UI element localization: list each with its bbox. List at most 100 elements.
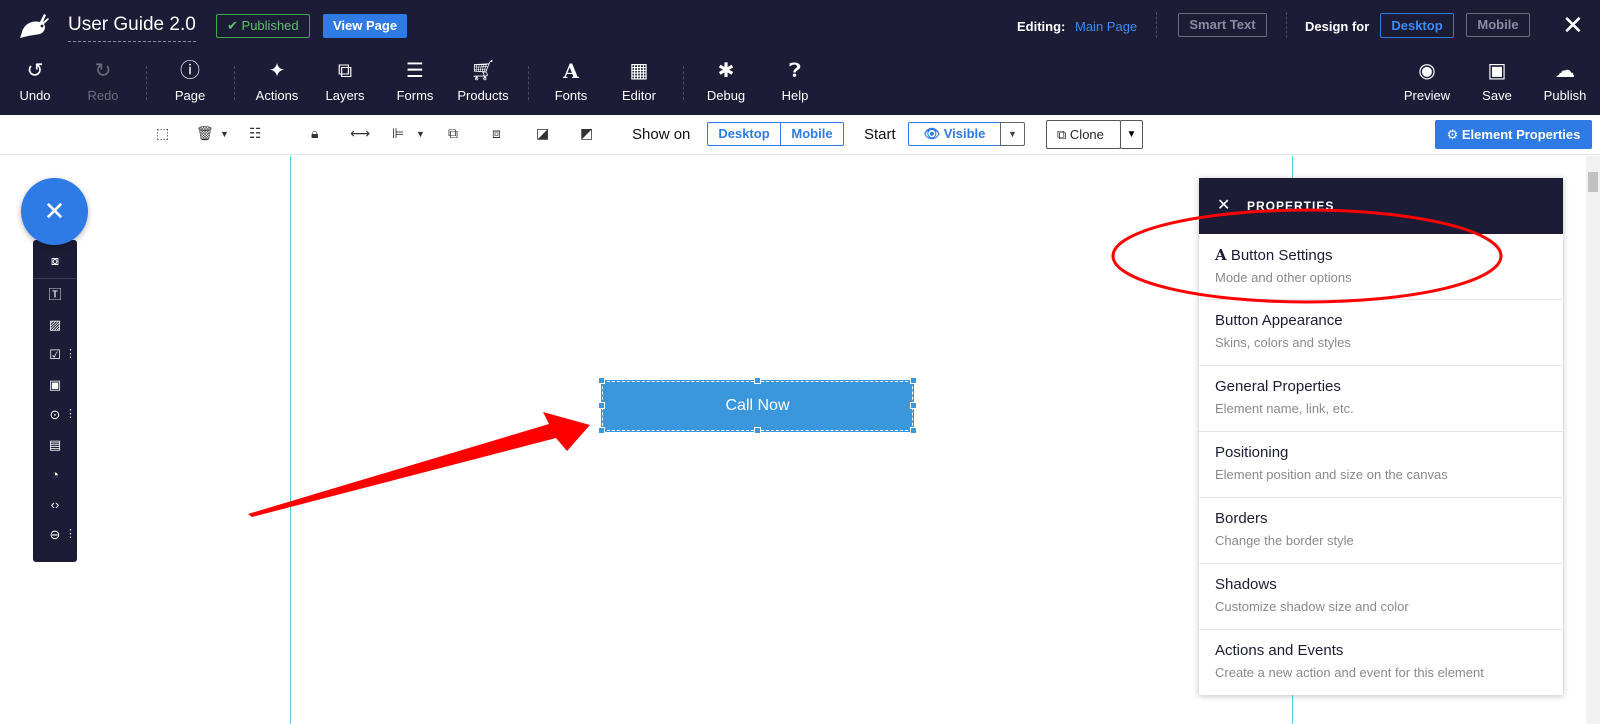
lock-icon[interactable]: 🔒︎ xyxy=(311,125,318,142)
scrollbar-thumb[interactable] xyxy=(1588,172,1598,192)
products-button[interactable]: 🛒︎ Products xyxy=(448,58,518,110)
properties-panel: ✕ PROPERTIES A Button Settings Mode and … xyxy=(1199,178,1563,695)
editing-page-link[interactable]: Main Page xyxy=(1075,19,1137,34)
resize-handle[interactable] xyxy=(598,427,605,434)
top-bar: User Guide 2.0 ✔ Published View Page Edi… xyxy=(0,0,1600,115)
redo-icon: ↻ xyxy=(94,60,112,82)
align-left-icon[interactable]: ⊫ xyxy=(392,125,404,142)
debug-label: Debug xyxy=(706,88,746,103)
width-arrows-icon[interactable]: ⟷ xyxy=(350,125,370,142)
prop-subtitle: Customize shadow size and color xyxy=(1215,599,1409,614)
debug-button[interactable]: ✱ Debug xyxy=(691,58,761,110)
visible-dropdown[interactable]: ▼ xyxy=(1000,122,1025,146)
show-on-label: Show on xyxy=(632,126,691,143)
group-icon[interactable]: ⧉ xyxy=(448,125,458,142)
guide-line xyxy=(290,156,291,724)
divider xyxy=(234,66,235,100)
eye-icon: ◉ xyxy=(1418,60,1436,82)
font-icon: A xyxy=(563,59,579,83)
send-back-icon[interactable]: ◩ xyxy=(580,125,593,142)
element-properties-button[interactable]: ⚙ Element Properties xyxy=(1435,120,1592,149)
clone-button[interactable]: ⧉ Clone xyxy=(1046,120,1121,149)
forms-button[interactable]: ☰ Forms xyxy=(380,58,450,110)
close-icon[interactable]: ✕ xyxy=(1217,178,1231,234)
prop-button-appearance[interactable]: Button Appearance Skins, colors and styl… xyxy=(1199,300,1563,366)
design-for-label: Design for xyxy=(1305,19,1370,34)
prop-title: Actions and Events xyxy=(1215,642,1344,659)
prop-positioning[interactable]: Positioning Element position and size on… xyxy=(1199,432,1563,498)
code-icon[interactable]: ‹› xyxy=(33,491,77,519)
design-desktop-button[interactable]: Desktop xyxy=(1380,13,1454,38)
layers-button[interactable]: ⧉ Layers xyxy=(310,58,380,110)
caret-down-icon[interactable]: ▼ xyxy=(416,129,425,139)
publish-label: Publish xyxy=(1543,88,1587,103)
redo-button[interactable]: ↻ Redo xyxy=(68,58,138,110)
widgets-icon[interactable]: ⧇ xyxy=(33,247,77,275)
resize-handle[interactable] xyxy=(598,377,605,384)
prop-borders[interactable]: Borders Change the border style xyxy=(1199,498,1563,564)
resize-handle[interactable] xyxy=(910,402,917,409)
actions-button[interactable]: ✦ Actions xyxy=(242,58,312,110)
fonts-label: Fonts xyxy=(554,88,588,103)
resize-handle[interactable] xyxy=(754,427,761,434)
view-page-button[interactable]: View Page xyxy=(323,14,408,38)
more-icon[interactable]: ⋮ xyxy=(65,529,76,540)
align-icon[interactable]: ☷ xyxy=(249,125,262,142)
more-icon[interactable]: ⋮ xyxy=(65,349,76,360)
resize-handle[interactable] xyxy=(910,427,917,434)
form-icon[interactable]: ▤ xyxy=(33,431,77,459)
font-icon: A xyxy=(1215,246,1227,264)
prop-title: Positioning xyxy=(1215,444,1289,461)
resize-handle[interactable] xyxy=(910,377,917,384)
scrollbar[interactable] xyxy=(1586,156,1600,724)
close-icon[interactable]: ✕ xyxy=(1562,10,1584,41)
layers-label: Layers xyxy=(325,88,365,103)
prop-actions-events[interactable]: Actions and Events Create a new action a… xyxy=(1199,630,1563,696)
close-icon: ✕ xyxy=(43,196,66,226)
published-badge: ✔ Published xyxy=(216,14,310,38)
preview-button[interactable]: ◉ Preview xyxy=(1392,58,1462,110)
resize-handle[interactable] xyxy=(754,377,761,384)
help-button[interactable]: ❓︎ Help xyxy=(760,58,830,110)
timer-icon[interactable]: ◔ xyxy=(33,461,77,489)
prop-subtitle: Mode and other options xyxy=(1215,270,1352,285)
redo-label: Redo xyxy=(87,88,119,103)
editor-button[interactable]: ▦ Editor xyxy=(604,58,674,110)
element-properties-label: Element Properties xyxy=(1461,127,1581,142)
page-title[interactable]: User Guide 2.0 xyxy=(68,14,196,42)
undo-button[interactable]: ↺ Undo xyxy=(0,58,70,110)
ungroup-icon[interactable]: ⧈ xyxy=(492,125,501,142)
no-crop-icon[interactable]: ⬚ xyxy=(156,125,169,142)
box-icon[interactable]: ▣ xyxy=(33,371,77,399)
smart-text-button[interactable]: Smart Text xyxy=(1178,13,1267,37)
forms-label: Forms xyxy=(396,88,434,103)
bring-front-icon[interactable]: ◪ xyxy=(536,125,549,142)
grid-icon: ▦ xyxy=(629,60,649,82)
show-mobile-button[interactable]: Mobile xyxy=(780,122,844,146)
check-icon: ✔ xyxy=(227,18,238,33)
fonts-button[interactable]: A Fonts xyxy=(536,58,606,110)
image-icon[interactable]: ▨ xyxy=(33,311,77,339)
divider xyxy=(33,278,77,279)
page-button[interactable]: ⓘ Page xyxy=(155,58,225,110)
close-widgets-fab[interactable]: ✕ xyxy=(21,178,88,245)
question-icon: ❓︎ xyxy=(788,60,802,82)
eye-icon: 👁︎ xyxy=(923,126,941,141)
trash-icon[interactable]: 🗑︎ xyxy=(196,125,214,142)
more-icon[interactable]: ⋮ xyxy=(65,409,76,420)
rabbit-logo-icon[interactable] xyxy=(18,10,52,40)
prop-subtitle: Element position and size on the canvas xyxy=(1215,467,1448,482)
caret-down-icon[interactable]: ▼ xyxy=(220,129,229,139)
design-mobile-button[interactable]: Mobile xyxy=(1466,13,1530,37)
save-button[interactable]: ▣ Save xyxy=(1462,58,1532,110)
prop-shadows[interactable]: Shadows Customize shadow size and color xyxy=(1199,564,1563,630)
text-icon[interactable]: 🅃 xyxy=(33,281,77,309)
clone-dropdown[interactable]: ▼ xyxy=(1120,120,1143,149)
resize-handle[interactable] xyxy=(598,402,605,409)
call-now-button[interactable]: Call Now xyxy=(601,380,914,432)
show-desktop-button[interactable]: Desktop xyxy=(707,122,781,146)
prop-general-properties[interactable]: General Properties Element name, link, e… xyxy=(1199,366,1563,432)
prop-button-settings[interactable]: A Button Settings Mode and other options xyxy=(1199,234,1563,300)
visible-button[interactable]: 👁︎ Visible xyxy=(908,122,1001,146)
publish-button[interactable]: ☁ Publish xyxy=(1530,58,1600,110)
